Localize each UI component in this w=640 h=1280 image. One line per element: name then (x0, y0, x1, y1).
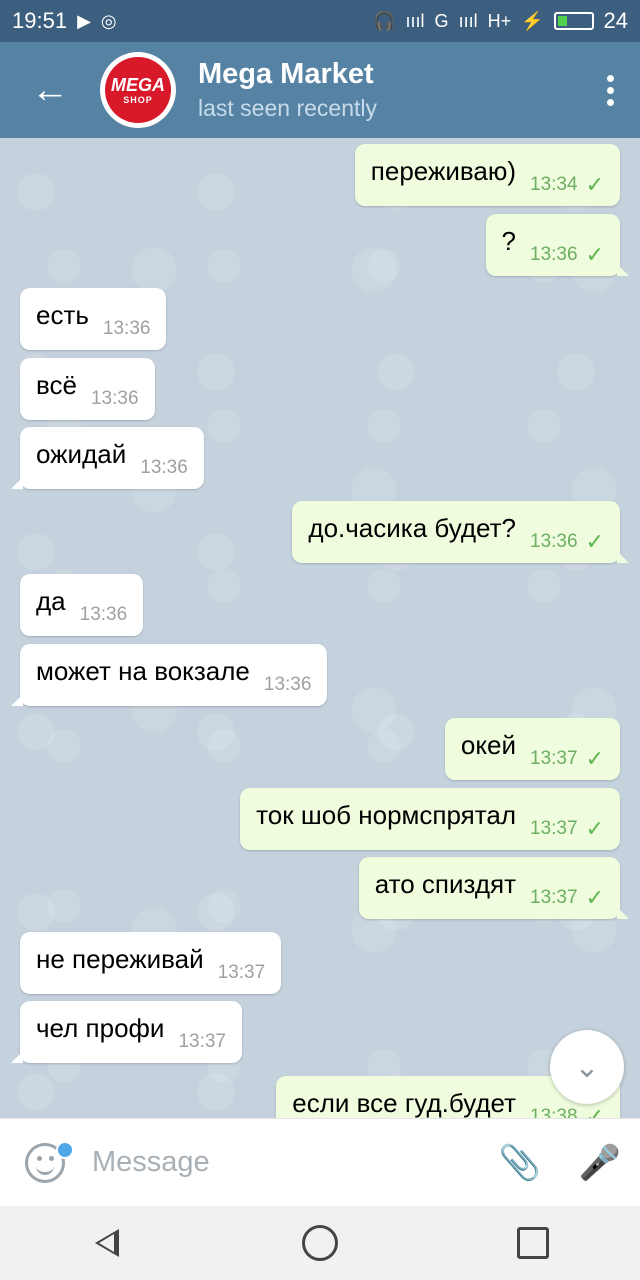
message-bubble-incoming[interactable]: да 13:36 (20, 574, 144, 636)
voice-record-button[interactable]: 🎤 (560, 1119, 640, 1207)
system-navigation-bar (0, 1206, 640, 1280)
nav-back-button[interactable] (67, 1213, 147, 1273)
message-text: чел профи (36, 1012, 165, 1043)
read-check-icon: ✓ (585, 529, 604, 554)
chat-name: Mega Market (198, 58, 374, 90)
signal-icon-2: ıııl (458, 10, 478, 31)
message-time: 13:38 (530, 1106, 578, 1118)
scroll-down-button[interactable]: ⌄ (550, 1030, 624, 1104)
message-text: ато спиздят (374, 868, 517, 899)
message-text: переживаю) (370, 155, 517, 186)
paperclip-icon: 📎 (498, 1143, 542, 1182)
circle-home-icon (301, 1225, 338, 1261)
attach-button[interactable]: 📎 (480, 1119, 560, 1207)
chat-title-block[interactable]: Mega Market last seen recently (198, 58, 377, 122)
message-composer: 📎 🎤 (0, 1118, 640, 1206)
message-time: 13:36 (140, 457, 188, 478)
message-list[interactable]: переживаю) 13:34 ✓ ? 13:36 ✓ есть 13:36 … (0, 138, 640, 1118)
message-bubble-outgoing[interactable]: переживаю) 13:34 ✓ (354, 144, 620, 206)
message-bubble-incoming[interactable]: ожидай 13:36 (11, 427, 204, 489)
nav-recents-button[interactable] (493, 1213, 573, 1273)
message-bubble-outgoing[interactable]: ? 13:36 ✓ (485, 214, 630, 276)
network-type-hplus: H+ (487, 10, 512, 31)
back-arrow-icon[interactable]: ← (0, 42, 100, 138)
message-time: 13:36 (102, 318, 151, 339)
square-recents-icon (517, 1227, 550, 1259)
message-time: 13:34 (530, 174, 578, 195)
message-time: 13:37 (530, 748, 578, 769)
message-time: 13:36 (79, 604, 128, 625)
message-time: 13:36 (530, 244, 578, 265)
status-bar: 19:51 ▶ ◎ 🎧 ıııl G ıııl H+ ⚡ 24 (0, 0, 640, 42)
more-options-icon[interactable] (580, 42, 640, 138)
message-text: может на вокзале (36, 655, 250, 686)
message-bubble-incoming[interactable]: всё 13:36 (20, 358, 155, 420)
avatar-logo: MEGA SHOP (105, 57, 171, 123)
message-text: окей (460, 729, 517, 760)
charging-icon: ⚡ (521, 10, 544, 31)
chat-header: ← MEGA SHOP Mega Market last seen recent… (0, 42, 640, 138)
message-text: ток шоб нормспрятал (256, 799, 517, 830)
avatar-logo-shop: SHOP (123, 94, 153, 105)
network-type-g: G (434, 10, 449, 31)
message-text: если все гуд.будет (292, 1087, 517, 1118)
instagram-icon: ◎ (100, 10, 117, 31)
message-time: 13:36 (263, 674, 312, 695)
headphones-icon: 🎧 (373, 10, 396, 31)
read-check-icon: ✓ (585, 1104, 604, 1118)
nav-home-button[interactable] (280, 1213, 360, 1273)
message-bubble-outgoing[interactable]: окей 13:37 ✓ (444, 718, 620, 780)
chat-status: last seen recently (198, 95, 377, 121)
message-text: да (36, 585, 66, 616)
message-text: есть (36, 299, 89, 330)
message-bubble-outgoing[interactable]: до.часика будет? 13:36 ✓ (292, 501, 629, 563)
message-time: 13:37 (530, 818, 578, 839)
message-bubble-outgoing[interactable]: ато спиздят 13:37 ✓ (358, 857, 630, 919)
message-time: 13:37 (530, 887, 578, 908)
message-text: всё (36, 369, 77, 400)
message-text: ожидай (36, 438, 127, 469)
read-check-icon: ✓ (585, 242, 604, 267)
message-text: ? (501, 225, 517, 256)
battery-icon (553, 12, 594, 30)
message-text: не переживай (36, 943, 204, 974)
read-check-icon: ✓ (585, 885, 604, 910)
message-time: 13:36 (530, 531, 578, 552)
message-bubble-incoming[interactable]: чел профи 13:37 (11, 1001, 242, 1063)
message-bubble-incoming[interactable]: есть 13:36 (20, 288, 167, 350)
message-bubble-incoming[interactable]: не переживай 13:37 (20, 932, 282, 994)
message-bubble-incoming[interactable]: может на вокзале 13:36 (10, 644, 328, 706)
notification-dot (56, 1140, 74, 1159)
message-time: 13:37 (178, 1031, 226, 1052)
message-bubble-outgoing[interactable]: ток шоб нормспрятал 13:37 ✓ (240, 788, 620, 850)
message-time: 13:36 (90, 388, 139, 409)
triangle-back-icon (94, 1229, 119, 1257)
microphone-icon: 🎤 (578, 1143, 622, 1182)
read-check-icon: ✓ (585, 172, 604, 197)
read-check-icon: ✓ (585, 816, 604, 841)
battery-level: 24 (603, 8, 628, 33)
message-text: до.часика будет? (308, 512, 517, 543)
emoji-button[interactable] (0, 1119, 90, 1207)
play-icon: ▶ (77, 10, 91, 31)
avatar[interactable]: MEGA SHOP (100, 52, 176, 128)
chevron-down-icon: ⌄ (574, 1050, 600, 1084)
status-time: 19:51 (12, 8, 68, 33)
signal-icon: ıııl (405, 10, 425, 31)
avatar-logo-mega: MEGA (111, 74, 165, 95)
message-input[interactable] (90, 1145, 480, 1180)
message-time: 13:37 (217, 962, 266, 983)
read-check-icon: ✓ (585, 746, 604, 771)
